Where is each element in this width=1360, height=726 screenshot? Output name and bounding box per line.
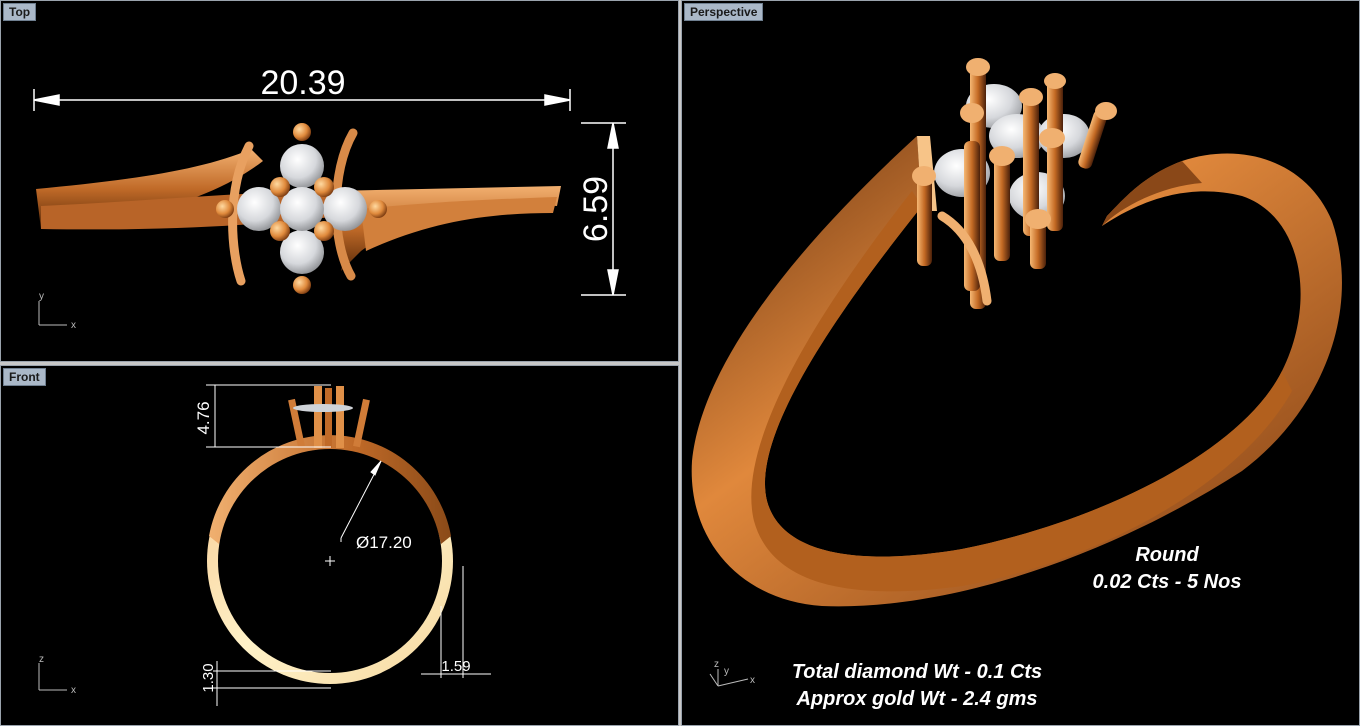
head-height-text: 4.76: [194, 401, 213, 434]
axis-z-label: z: [39, 654, 44, 665]
top-view-drawing: 20.39 6.59 y x: [33, 64, 626, 331]
perspective-viewport[interactable]: z x y Perspective Round 0.02 Cts - 5 Nos…: [681, 0, 1360, 726]
viewport-label-front[interactable]: Front: [3, 368, 46, 386]
stone-shape-note: Round: [1135, 544, 1199, 566]
axis-z-label: z: [714, 659, 719, 670]
band-width-text: 1.59: [441, 658, 470, 675]
width-dimension-text: 20.39: [260, 64, 345, 102]
viewport-label-top[interactable]: Top: [3, 3, 37, 21]
axis-icon: [38, 301, 67, 326]
head-prongs: [288, 386, 370, 448]
gold-weight-note: Approx gold Wt - 2.4 gms: [796, 688, 1038, 710]
stone-detail-note: 0.02 Cts - 5 Nos: [1092, 571, 1242, 593]
top-viewport[interactable]: 20.39 6.59 y x Top: [0, 0, 679, 362]
axis-x-label: x: [71, 685, 76, 696]
band-bottom-text: 1.30: [200, 663, 217, 692]
diameter-text: Ø17.20: [356, 533, 412, 552]
axis-x-label: x: [71, 320, 76, 331]
axis-icon: [38, 663, 67, 691]
front-viewport[interactable]: 4.76 Ø17.20 1.30 1.59 z x Front: [0, 365, 679, 726]
perspective-view-drawing: z x y: [691, 58, 1342, 687]
front-view-drawing: 4.76 Ø17.20 1.30 1.59 z x: [38, 384, 491, 706]
height-dimension-text: 6.59: [577, 176, 615, 242]
total-diamond-note: Total diamond Wt - 0.1 Cts: [791, 661, 1043, 683]
axis-y-label: y: [39, 291, 44, 302]
axis-y-label: y: [724, 666, 729, 677]
viewport-label-perspective[interactable]: Perspective: [684, 3, 764, 21]
